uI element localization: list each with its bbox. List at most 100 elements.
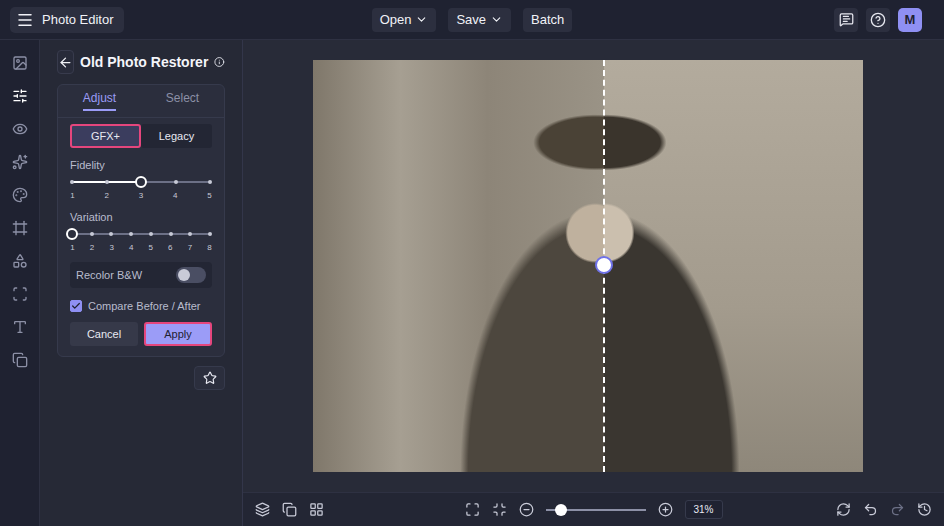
tick-label: 7 <box>187 243 192 252</box>
tab-row: AdjustSelect <box>58 85 224 118</box>
menu-group: Open Save Batch <box>372 8 573 32</box>
action-button[interactable]: Apply <box>144 322 212 346</box>
chevron-down-icon <box>490 13 503 26</box>
history-icon[interactable] <box>917 502 932 517</box>
type-icon <box>12 319 28 335</box>
checkbox[interactable] <box>70 300 82 312</box>
tick-dot <box>109 232 113 236</box>
rail-item[interactable] <box>0 178 40 211</box>
slider-track[interactable] <box>72 228 210 240</box>
history-group <box>836 502 932 517</box>
back-button[interactable] <box>57 50 74 74</box>
zoom-thumb[interactable] <box>555 504 567 516</box>
zoom-out-icon[interactable] <box>519 502 534 517</box>
compare-divider[interactable] <box>603 60 605 472</box>
bottom-bar: 31% <box>243 492 944 526</box>
tool-rail <box>0 40 40 526</box>
zoom-slider[interactable] <box>546 504 646 516</box>
tick-labels: 12345678 <box>70 243 212 252</box>
slider-label: Fidelity <box>70 159 212 171</box>
mode-button[interactable]: Legacy <box>141 124 212 148</box>
button-row: CancelApply <box>70 322 212 346</box>
zoom-field[interactable]: 31% <box>685 500 723 519</box>
rail-item[interactable] <box>0 244 40 277</box>
divider-handle[interactable] <box>595 256 613 274</box>
copy-icon[interactable] <box>282 502 297 517</box>
slider[interactable]: 12345 <box>70 176 212 200</box>
canvas <box>243 40 944 492</box>
tick-label: 5 <box>207 191 212 200</box>
tick-row <box>72 232 210 236</box>
toggle-label: Recolor B&W <box>76 269 142 281</box>
rail-item[interactable] <box>0 310 40 343</box>
tick-dot <box>174 180 178 184</box>
tick-dot <box>149 232 153 236</box>
user-avatar[interactable]: M <box>898 8 922 32</box>
main-area: 31% <box>243 40 944 526</box>
tab[interactable]: Select <box>141 85 224 117</box>
menu-button[interactable]: Batch <box>523 8 572 32</box>
workspace: Old Photo RestorerAdjustSelectGFX+Legacy… <box>0 40 944 526</box>
refresh-icon[interactable] <box>836 502 851 517</box>
tool-panel: Old Photo RestorerAdjustSelectGFX+Legacy… <box>40 40 243 526</box>
help-icon <box>870 12 886 28</box>
view-group <box>255 502 324 517</box>
toggle-row: Recolor B&W <box>70 262 212 288</box>
tick-dot <box>169 232 173 236</box>
layers-icon[interactable] <box>255 502 270 517</box>
toggle-switch[interactable] <box>176 267 206 283</box>
zoom-group: 31% <box>465 500 723 519</box>
tick-dot <box>129 232 133 236</box>
top-actions: M <box>834 8 934 32</box>
tick-dot <box>188 232 192 236</box>
rail-item[interactable] <box>0 46 40 79</box>
slider-track[interactable] <box>72 176 210 188</box>
arrow-left-icon <box>58 55 73 70</box>
tick-label: 5 <box>148 243 153 252</box>
tick-label: 3 <box>139 191 144 200</box>
rail-item[interactable] <box>0 112 40 145</box>
panel-title: Old Photo Restorer <box>80 54 208 70</box>
action-button[interactable]: Cancel <box>70 322 138 346</box>
rail-item[interactable] <box>0 79 40 112</box>
menu-button[interactable]: Save <box>448 8 511 32</box>
rail-item[interactable] <box>0 145 40 178</box>
rail-item[interactable] <box>0 211 40 244</box>
feedback-button[interactable] <box>834 8 858 32</box>
shapes-icon <box>12 253 28 269</box>
tick-label: 4 <box>173 191 178 200</box>
undo-icon[interactable] <box>863 502 878 517</box>
zoom-in-icon[interactable] <box>658 502 673 517</box>
checkbox-row[interactable]: Compare Before / After <box>70 300 212 312</box>
rail-item[interactable] <box>0 277 40 310</box>
tick-label: 2 <box>104 191 109 200</box>
redo-icon[interactable] <box>890 502 905 517</box>
scan-icon <box>12 286 28 302</box>
tick-label: 4 <box>129 243 134 252</box>
before-photo <box>313 60 605 472</box>
tab[interactable]: Adjust <box>58 85 141 117</box>
info-icon[interactable] <box>214 54 225 70</box>
sparkles-icon <box>12 154 28 170</box>
actual-size-icon[interactable] <box>492 502 507 517</box>
tick-dot <box>70 180 74 184</box>
app-menu[interactable]: Photo Editor <box>10 7 124 33</box>
favorite-button[interactable] <box>194 366 225 390</box>
mode-button[interactable]: GFX+ <box>70 124 141 148</box>
grid-icon[interactable] <box>309 502 324 517</box>
tick-label: 2 <box>90 243 95 252</box>
slider-thumb[interactable] <box>135 176 147 188</box>
tick-dot <box>208 232 212 236</box>
tick-label: 8 <box>207 243 212 252</box>
help-button[interactable] <box>866 8 890 32</box>
tick-label: 3 <box>109 243 114 252</box>
slider-thumb[interactable] <box>66 228 78 240</box>
fit-icon[interactable] <box>465 502 480 517</box>
menu-button[interactable]: Open <box>372 8 437 32</box>
rail-item[interactable] <box>0 343 40 376</box>
menu-icon[interactable] <box>16 11 34 29</box>
slider[interactable]: 12345678 <box>70 228 212 252</box>
message-icon <box>839 12 854 27</box>
check-icon <box>71 301 81 311</box>
frame-icon <box>12 220 28 236</box>
